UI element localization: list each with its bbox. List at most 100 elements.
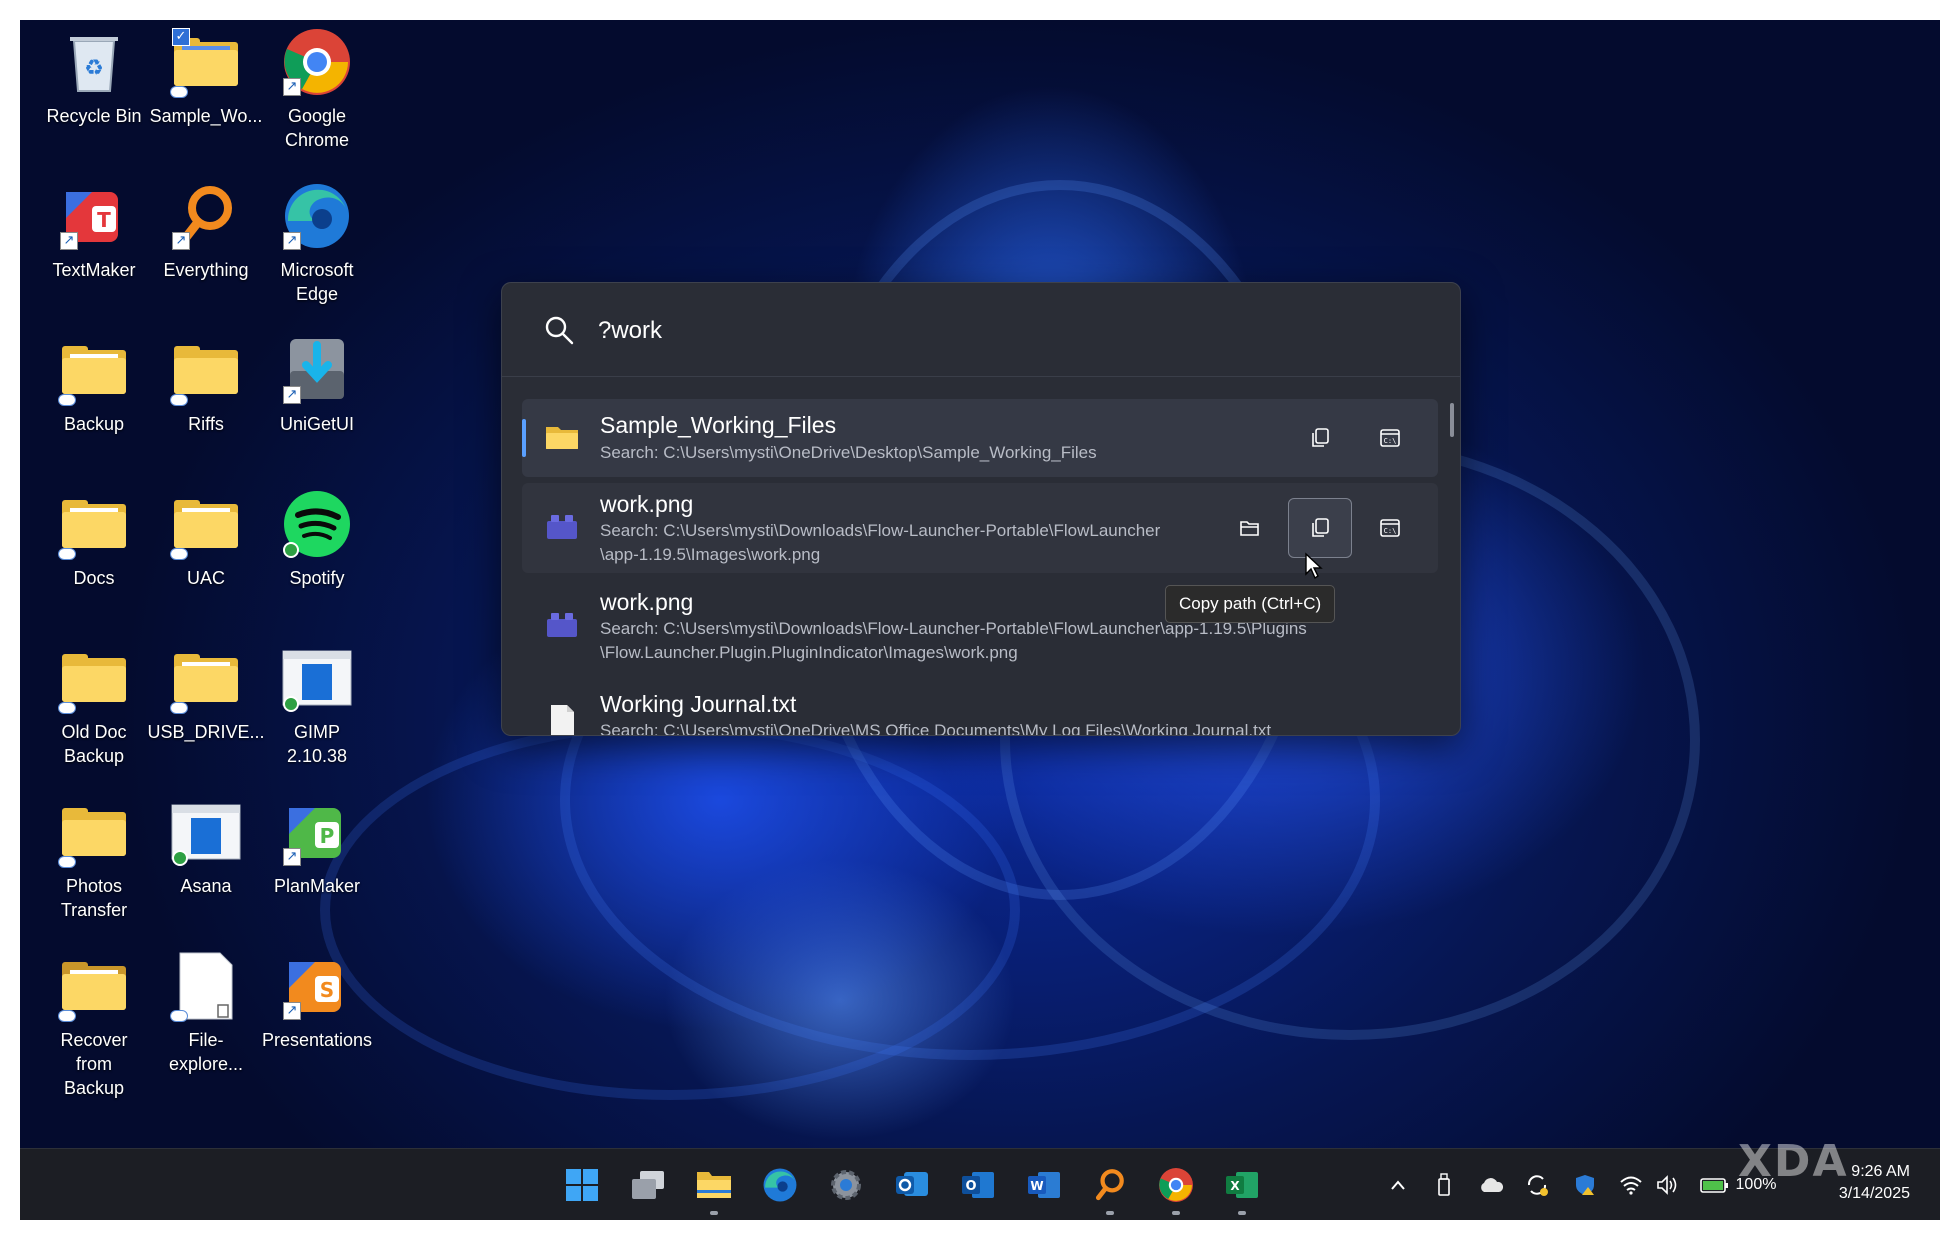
cloud-sync-icon xyxy=(58,702,76,714)
security-shield-icon[interactable] xyxy=(1570,1171,1600,1199)
settings-icon xyxy=(831,1170,861,1200)
result-item[interactable]: Working Journal.txt Search: C:\Users\mys… xyxy=(522,679,1438,735)
sync-status-icon xyxy=(172,850,188,866)
show-hidden-icons-button[interactable] xyxy=(1384,1171,1412,1199)
open-in-terminal-button[interactable]: C:\ xyxy=(1358,408,1422,468)
usb-device-icon[interactable] xyxy=(1430,1171,1458,1199)
taskbar-outlook-new-button[interactable] xyxy=(888,1161,936,1209)
folder-icon xyxy=(62,654,126,702)
desktop-icon-recover-from-backup[interactable]: Recover from Backup xyxy=(40,950,148,1100)
desktop-icon-label: USB_DRIVE... xyxy=(147,722,265,742)
desktop-icon-usb-drive[interactable]: USB_DRIVE... xyxy=(147,642,265,744)
svg-text:S: S xyxy=(320,978,334,1002)
open-containing-folder-button[interactable] xyxy=(1218,498,1282,558)
svg-text:P: P xyxy=(320,824,335,848)
desktop-icon-label: Everything xyxy=(163,260,249,280)
battery-charging-icon xyxy=(1699,1178,1728,1193)
desktop-icon-label: UAC xyxy=(186,568,225,588)
copy-path-button[interactable] xyxy=(1288,498,1352,558)
taskbar-task-view-button[interactable] xyxy=(624,1161,672,1209)
desktop-icon-label: PlanMaker xyxy=(273,876,361,896)
sync-icon[interactable] xyxy=(1522,1171,1552,1199)
file-explorer-icon xyxy=(697,1172,731,1198)
desktop-icon-spotify[interactable]: Spotify xyxy=(263,488,371,590)
desktop-icon-file-explorer[interactable]: File-explore... xyxy=(152,950,260,1076)
document-icon xyxy=(179,952,233,1020)
taskbar-edge-button[interactable] xyxy=(756,1161,804,1209)
desktop-icon-planmaker[interactable]: P ↗ PlanMaker xyxy=(263,796,371,898)
svg-text:O: O xyxy=(965,1179,976,1194)
shortcut-arrow-icon: ↗ xyxy=(283,78,301,96)
copy-path-button[interactable] xyxy=(1288,408,1352,468)
volume-icon[interactable] xyxy=(1652,1171,1682,1199)
desktop-icon-label: UniGetUI xyxy=(279,414,355,434)
desktop-wallpaper: ♻ Recycle Bin T ↗ TextMaker Backup Docs … xyxy=(20,20,1940,1148)
desktop-icon-sample-working-files[interactable]: ✓ Sample_Wo... xyxy=(149,26,263,128)
scrollbar-thumb[interactable] xyxy=(1450,403,1454,437)
search-bar xyxy=(502,283,1460,377)
desktop-icon-microsoft-edge[interactable]: ↗ Microsoft Edge xyxy=(263,180,371,306)
folder-icon xyxy=(174,500,238,548)
desktop-icon-riffs[interactable]: Riffs xyxy=(152,334,260,436)
desktop-icon-unigetui[interactable]: ↗ UniGetUI xyxy=(263,334,371,436)
desktop-icon-asana[interactable]: Asana xyxy=(152,796,260,898)
open-in-terminal-button[interactable]: C:\ xyxy=(1358,498,1422,558)
text-file-icon xyxy=(544,703,580,735)
shortcut-arrow-icon: ↗ xyxy=(283,232,301,250)
taskbar-excel-button[interactable]: X xyxy=(1218,1161,1266,1215)
start-icon xyxy=(566,1169,598,1201)
desktop-icon-label: Sample_Wo... xyxy=(149,106,263,126)
chevron-up-icon xyxy=(1391,1180,1405,1190)
search-input[interactable] xyxy=(598,305,1418,357)
checkbox-icon: ✓ xyxy=(172,28,190,46)
taskbar-outlook-button[interactable]: O xyxy=(954,1161,1002,1209)
taskbar-word-button[interactable]: W xyxy=(1020,1161,1068,1209)
taskbar-everything-button[interactable] xyxy=(1086,1161,1134,1215)
result-title: Sample_Working_Files xyxy=(600,412,837,438)
desktop-icon-presentations[interactable]: S ↗ Presentations xyxy=(262,950,372,1052)
running-indicator xyxy=(710,1211,718,1215)
taskbar-start-button[interactable] xyxy=(558,1161,606,1209)
taskbar: O W X 100% 9:26 AM 3/14/2025 xyxy=(20,1148,1940,1220)
desktop-icon-old-doc-backup[interactable]: Old Doc Backup xyxy=(40,642,148,768)
result-item[interactable]: Sample_Working_Files Search: C:\Users\my… xyxy=(522,399,1438,477)
task-view-icon xyxy=(632,1171,664,1199)
sync-status-icon xyxy=(283,696,299,712)
result-title: Working Journal.txt xyxy=(600,691,797,717)
desktop-icon-gimp[interactable]: GIMP 2.10.38 xyxy=(263,642,371,768)
lego-icon xyxy=(544,607,580,643)
cloud-sync-icon xyxy=(58,1010,76,1022)
folder-icon xyxy=(174,346,238,394)
desktop-icon-docs[interactable]: Docs xyxy=(40,488,148,590)
svg-text:C:\: C:\ xyxy=(1384,437,1397,445)
screen: ♻ Recycle Bin T ↗ TextMaker Backup Docs … xyxy=(20,20,1940,1220)
desktop-icon-photos-transfer[interactable]: Photos Transfer xyxy=(40,796,148,922)
copy-icon xyxy=(1312,428,1329,447)
desktop-icon-label: TextMaker xyxy=(52,260,136,280)
folder-icon xyxy=(62,500,126,548)
desktop-icon-uac[interactable]: UAC xyxy=(152,488,260,590)
result-subtitle: Search: C:\Users\mysti\Downloads\Flow-La… xyxy=(600,521,1161,564)
recycle-bin-icon: ♻ xyxy=(70,37,118,92)
onedrive-icon[interactable] xyxy=(1476,1171,1506,1199)
taskbar-settings-button[interactable] xyxy=(822,1161,870,1209)
outlook-icon: O xyxy=(962,1172,994,1198)
desktop-icon-textmaker[interactable]: T ↗ TextMaker xyxy=(40,180,148,282)
taskbar-chrome-button[interactable] xyxy=(1152,1161,1200,1215)
desktop-icon-google-chrome[interactable]: ↗ Google Chrome xyxy=(263,26,371,152)
result-title: work.png xyxy=(600,491,694,517)
desktop-icon-label: File-explore... xyxy=(168,1030,244,1074)
desktop-icon-recycle-bin[interactable]: ♻ Recycle Bin xyxy=(40,26,148,128)
edge-icon xyxy=(763,1168,797,1202)
running-indicator xyxy=(1238,1211,1246,1215)
desktop-icon-backup[interactable]: Backup xyxy=(40,334,148,436)
sync-status-icon xyxy=(283,542,299,558)
shortcut-arrow-icon: ↗ xyxy=(172,232,190,250)
desktop-icon-everything[interactable]: ↗ Everything xyxy=(152,180,260,282)
result-item[interactable]: work.png Search: C:\Users\mysti\Download… xyxy=(522,483,1438,573)
desktop-icon-label: Old Doc Backup xyxy=(61,722,127,766)
result-subtitle: Search: C:\Users\mysti\Downloads\Flow-La… xyxy=(600,619,1307,662)
svg-text:T: T xyxy=(97,208,111,232)
wifi-icon[interactable] xyxy=(1616,1171,1646,1199)
taskbar-file-explorer-button[interactable] xyxy=(690,1161,738,1215)
